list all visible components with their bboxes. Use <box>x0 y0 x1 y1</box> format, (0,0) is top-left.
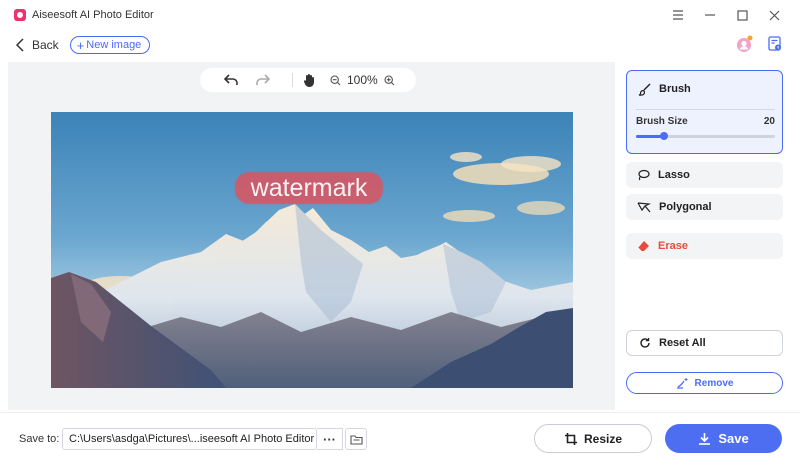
header-bar: Back + New image <box>0 30 800 60</box>
erase-label: Erase <box>658 240 688 252</box>
browse-path-button[interactable]: ··· <box>317 428 343 450</box>
hamburger-menu-icon <box>673 10 683 20</box>
polygonal-lasso-icon <box>637 201 651 212</box>
save-label: Save <box>718 431 749 446</box>
maximize-icon <box>736 9 748 21</box>
polygonal-label: Polygonal <box>659 201 712 213</box>
zoom-out-icon <box>330 74 341 85</box>
brush-tool-row[interactable]: Brush <box>627 71 782 107</box>
minimize-icon <box>705 14 715 16</box>
polygonal-tool-button[interactable]: Polygonal <box>626 194 783 220</box>
slider-thumb[interactable] <box>659 132 668 140</box>
new-image-label: New image <box>86 39 142 51</box>
maximize-button[interactable] <box>726 0 758 30</box>
brush-size-row: Brush Size 20 <box>636 116 775 127</box>
save-to-label: Save to: <box>19 433 60 445</box>
zoom-level: 100% <box>347 73 378 87</box>
tools-panel: Brush Brush Size 20 Lasso Polygonal Eras… <box>617 62 800 410</box>
lasso-tool-button[interactable]: Lasso <box>626 162 783 188</box>
history-icon <box>768 35 781 51</box>
header-actions <box>736 30 782 60</box>
remove-button[interactable]: Remove <box>626 372 783 394</box>
hand-icon <box>303 74 314 87</box>
zoom-out-button[interactable] <box>330 74 341 86</box>
remove-label: Remove <box>694 377 734 389</box>
canvas-area: 100% watermark <box>8 62 615 410</box>
avatar-button[interactable] <box>736 35 754 56</box>
brush-size-slider[interactable] <box>636 132 775 140</box>
window-controls <box>662 0 790 30</box>
eraser-icon <box>637 241 649 252</box>
brush-label: Brush <box>659 83 691 95</box>
undo-icon <box>224 74 238 85</box>
card-divider <box>636 109 775 110</box>
new-image-button[interactable]: + New image <box>69 36 151 54</box>
reset-all-label: Reset All <box>659 337 706 349</box>
watermark-text: watermark <box>250 173 368 202</box>
zoom-in-icon <box>384 74 395 85</box>
brush-size-value: 20 <box>763 116 775 127</box>
reset-all-button[interactable]: Reset All <box>626 330 783 356</box>
folder-icon <box>349 434 363 445</box>
polygonal-tool-row: Polygonal <box>626 194 783 220</box>
redo-button[interactable] <box>256 74 270 86</box>
download-icon <box>699 433 711 445</box>
crop-icon <box>564 432 577 445</box>
brush-size-label: Brush Size <box>636 116 688 127</box>
resize-button[interactable]: Resize <box>534 424 652 453</box>
app-title: Aiseesoft AI Photo Editor <box>32 9 154 21</box>
zoom-in-button[interactable] <box>384 74 395 86</box>
app-logo-icon <box>14 9 26 21</box>
brush-tool-card[interactable]: Brush Brush Size 20 <box>626 70 783 154</box>
title-bar: Aiseesoft AI Photo Editor <box>0 0 800 30</box>
erase-tool-button[interactable]: Erase <box>626 233 783 259</box>
lasso-icon <box>638 169 650 180</box>
footer-bar: Save to: C:\Users\asdga\Pictures\...isee… <box>0 412 800 468</box>
plus-icon: + <box>76 37 85 53</box>
close-icon <box>769 10 779 20</box>
mountain-landscape-image <box>51 152 573 388</box>
open-folder-button[interactable] <box>345 428 367 450</box>
avatar-icon <box>737 35 753 52</box>
back-button[interactable]: Back <box>16 38 59 52</box>
erase-tool-row: Erase <box>626 233 783 259</box>
pan-hand-button[interactable] <box>303 73 316 87</box>
canvas-toolbar: 100% <box>200 68 416 92</box>
edited-photo[interactable]: watermark <box>51 112 573 388</box>
reset-icon <box>640 338 650 348</box>
redo-icon <box>256 74 270 85</box>
minimize-button[interactable] <box>694 0 726 30</box>
history-button[interactable] <box>768 35 782 55</box>
undo-button[interactable] <box>224 74 238 86</box>
resize-label: Resize <box>583 431 623 446</box>
lasso-label: Lasso <box>658 169 690 181</box>
magic-eraser-icon <box>676 378 688 389</box>
close-button[interactable] <box>758 0 790 30</box>
menu-button[interactable] <box>662 0 694 30</box>
lasso-tool-row: Lasso <box>626 162 783 188</box>
brush-icon <box>638 83 651 96</box>
back-label: Back <box>32 38 59 52</box>
save-button[interactable]: Save <box>665 424 782 453</box>
chevron-left-icon <box>16 38 24 52</box>
toolbar-divider <box>292 73 293 87</box>
save-path-field[interactable]: C:\Users\asdga\Pictures\...iseesoft AI P… <box>62 428 317 450</box>
